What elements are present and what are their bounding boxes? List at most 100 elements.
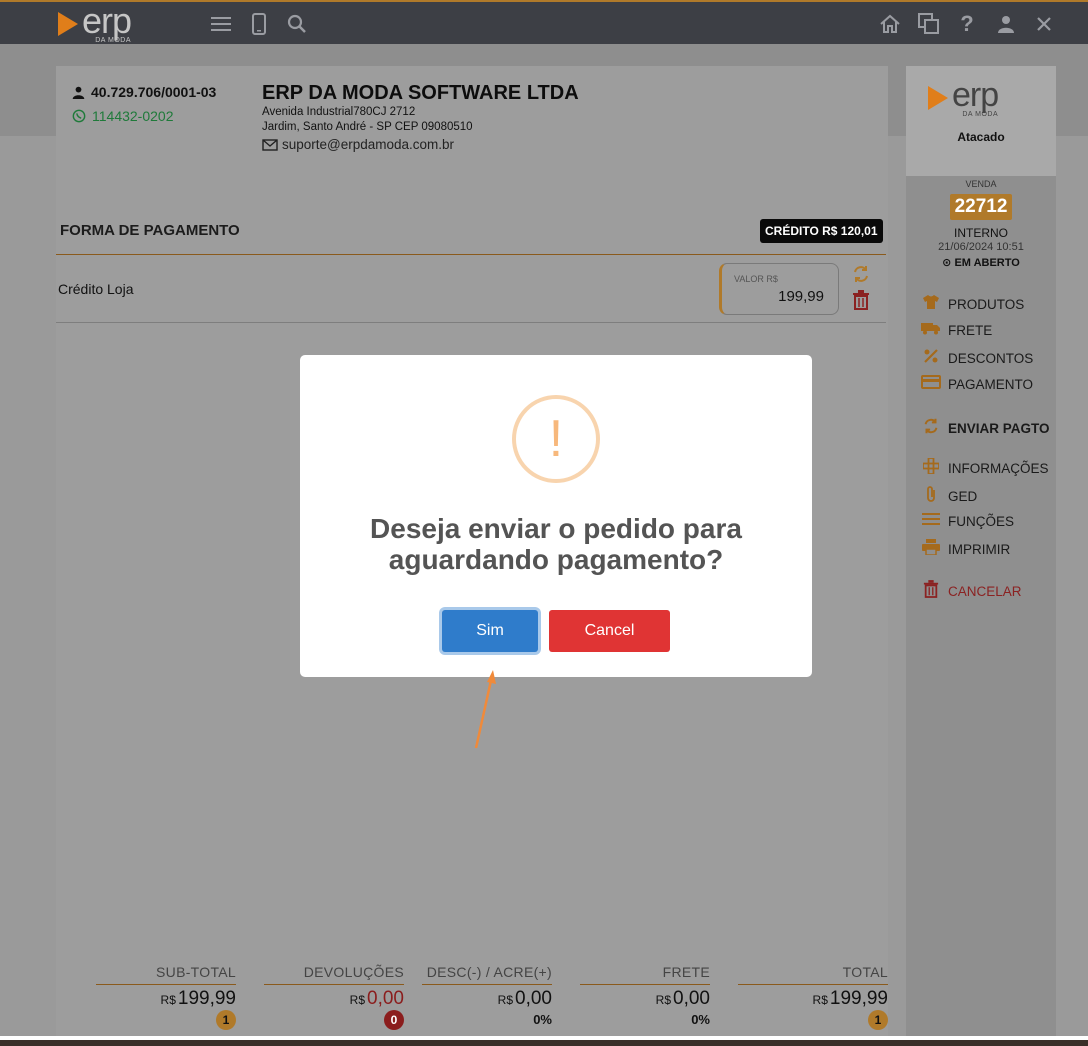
venda-date: 21/06/2024 10:51	[938, 241, 1024, 253]
subtotal-value: R$ 199,99	[161, 988, 236, 1010]
search-icon[interactable]	[285, 12, 309, 36]
credit-badge: CRÉDITO R$ 120,01	[760, 219, 883, 243]
cnpj: 40.729.706/0001-03	[72, 84, 216, 100]
currency: R$	[655, 993, 672, 1007]
menu-item-produtos[interactable]: PRODUTOS	[920, 294, 1024, 315]
annotation-arrow	[474, 670, 496, 749]
frete-value: R$ 0,00	[656, 988, 710, 1010]
menu-item-pagamento[interactable]: PAGAMENTO	[920, 375, 1033, 394]
subtotal-count-badge: 1	[216, 1010, 236, 1030]
sidebar-logo: erp DA MODA	[928, 78, 999, 118]
logo-subtext: DA MODA	[962, 111, 999, 118]
paperclip-icon	[920, 485, 942, 508]
amount: 0,00	[673, 988, 710, 1009]
warning-icon: !	[512, 395, 600, 483]
menu-icon	[920, 512, 942, 531]
total-line	[738, 984, 888, 985]
subtotal: SUB-TOTAL R$ 199,99 1	[96, 960, 236, 1036]
totals-bar: SUB-TOTAL R$ 199,99 1 DEVOLUÇÕES R$ 0,00 0…	[96, 960, 888, 1036]
menu-item-descontos[interactable]: DESCONTOS	[920, 348, 1033, 369]
shirt-icon	[920, 294, 942, 315]
menu-label: PAGAMENTO	[948, 377, 1034, 392]
mobile-icon[interactable]	[247, 12, 271, 36]
menu-item-funcoes[interactable]: FUNÇÕES	[920, 512, 1014, 531]
section-divider	[56, 254, 886, 255]
devolucoes-count-badge: 0	[384, 1010, 404, 1030]
sale-type: Atacado	[957, 130, 1005, 144]
home-icon[interactable]	[878, 12, 902, 36]
menu-label: IMPRIMIR	[948, 542, 1011, 557]
currency: R$	[160, 993, 176, 1007]
taskbar-strip	[0, 1040, 1088, 1046]
total: TOTAL R$ 199,99 1	[738, 960, 888, 1036]
user-icon[interactable]	[994, 12, 1018, 36]
frete: FRETE R$ 0,00 0%	[580, 960, 710, 1036]
whatsapp-phone[interactable]: 114432-0202	[72, 108, 173, 124]
menu-label: CANCELAR	[948, 584, 1022, 599]
logo-subtext: DA MODA	[95, 37, 132, 44]
total-label: TOTAL	[842, 964, 888, 980]
logo-play-icon	[928, 86, 948, 110]
top-bar: erp DA MODA ?	[0, 0, 1088, 44]
currency: R$	[497, 993, 514, 1007]
menu-item-enviar-pagto[interactable]: ENVIAR PAGTO	[920, 417, 1050, 440]
desc-acre-pct: 0%	[533, 1012, 552, 1027]
total-value: R$ 199,99	[813, 988, 888, 1010]
menu-item-informacoes[interactable]: INFORMAÇÕES	[920, 457, 1049, 479]
menu-label: INFORMAÇÕES	[948, 461, 1049, 476]
logo-play-icon	[58, 12, 78, 36]
trash-icon[interactable]	[852, 290, 870, 315]
currency: R$	[349, 993, 366, 1007]
printer-icon	[920, 539, 942, 560]
warning-mark: !	[548, 410, 564, 468]
erp-logo[interactable]: erp DA MODA	[58, 0, 132, 44]
row-divider	[56, 322, 886, 323]
amount: 0,00	[367, 988, 404, 1009]
confirm-button[interactable]: Sim	[442, 610, 538, 652]
frete-line	[580, 984, 710, 985]
percent-icon	[920, 348, 942, 369]
subtotal-label: SUB-TOTAL	[156, 964, 236, 980]
company-name: ERP DA MODA SOFTWARE LTDA	[262, 82, 579, 104]
cancel-button[interactable]: Cancel	[549, 610, 670, 652]
frete-label: FRETE	[662, 964, 710, 980]
devolucoes-label: DEVOLUÇÕES	[303, 964, 404, 980]
status-dot-icon: ⊙	[942, 257, 952, 269]
valor-field[interactable]: VALOR R$ 199,99	[719, 263, 839, 315]
card-icon	[920, 375, 942, 394]
desc-acre-value: R$ 0,00	[498, 988, 552, 1010]
logo-text: erp	[82, 0, 132, 41]
help-icon[interactable]: ?	[955, 11, 979, 36]
menu-item-frete[interactable]: FRETE	[920, 321, 992, 340]
menu-item-ged[interactable]: GED	[920, 485, 977, 508]
amount: 0,00	[515, 988, 552, 1009]
menu-label: FRETE	[948, 323, 993, 338]
close-icon[interactable]	[1032, 12, 1056, 36]
desc-acre-line	[422, 984, 552, 985]
desc-acre-label: DESC(-) / ACRE(+)	[426, 964, 552, 980]
dialog-title: Deseja enviar o pedido para aguardando p…	[370, 513, 742, 575]
trash-icon	[920, 580, 942, 603]
plus-icon	[920, 457, 942, 479]
venda-channel: INTERNO	[954, 226, 1008, 240]
menu-label: ENVIAR PAGTO	[948, 421, 1050, 436]
devolucoes: DEVOLUÇÕES R$ 0,00 0	[264, 960, 404, 1036]
currency: R$	[812, 993, 828, 1007]
devolucoes-value: R$ 0,00	[350, 988, 404, 1010]
payment-section-title: FORMA DE PAGAMENTO	[60, 222, 240, 239]
devolucoes-line	[264, 984, 404, 985]
cnpj-value: 40.729.706/0001-03	[91, 84, 217, 100]
menu-icon[interactable]	[209, 12, 233, 36]
menu-item-imprimir[interactable]: IMPRIMIR	[920, 539, 1010, 560]
menu-label: DESCONTOS	[948, 351, 1034, 366]
email-value: suporte@erpdamoda.com.br	[282, 137, 455, 152]
menu-item-cancelar[interactable]: CANCELAR	[920, 580, 1022, 603]
confirm-dialog: ! Deseja enviar o pedido para aguardando…	[300, 355, 812, 677]
windows-icon[interactable]	[917, 12, 941, 36]
amount: 199,99	[829, 988, 888, 1009]
refresh-icon[interactable]	[851, 264, 871, 289]
menu-label: GED	[948, 489, 978, 504]
valor-value: 199,99	[778, 288, 824, 305]
mail-icon	[262, 138, 278, 151]
company-email: suporte@erpdamoda.com.br	[262, 137, 454, 152]
